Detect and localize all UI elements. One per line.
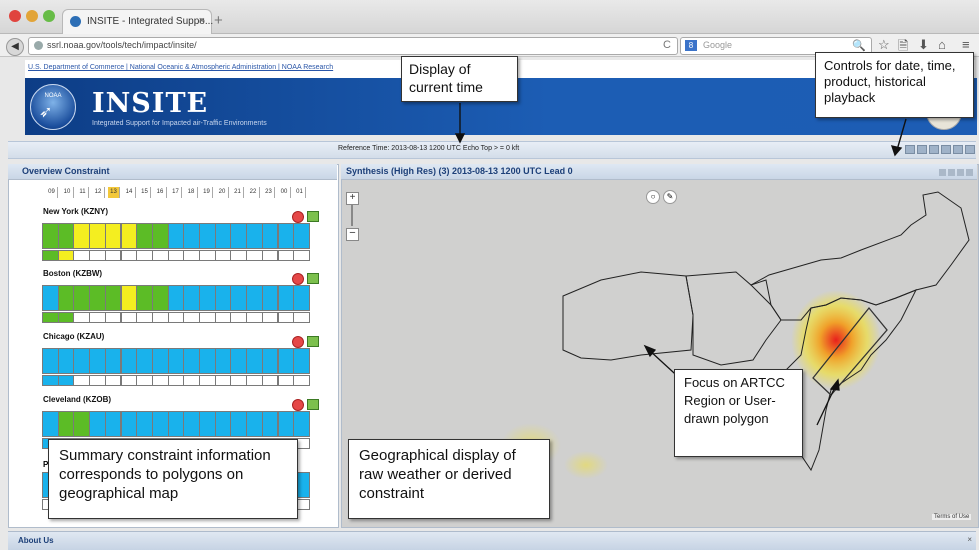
about-us-link[interactable]: About Us <box>18 536 54 545</box>
annotation-summary: Summary constraint information correspon… <box>48 439 298 519</box>
about-bar: About Us × <box>8 531 976 550</box>
annotation-controls: Controls for date, time, product, histor… <box>815 52 974 118</box>
annotation-geo-display: Geographical display of raw weather or d… <box>348 439 550 519</box>
close-icon[interactable]: × <box>967 535 972 544</box>
annotation-current-time: Display of current time <box>401 56 518 102</box>
annotation-focus: Focus on ARTCC Region or User-drawn poly… <box>674 369 803 457</box>
